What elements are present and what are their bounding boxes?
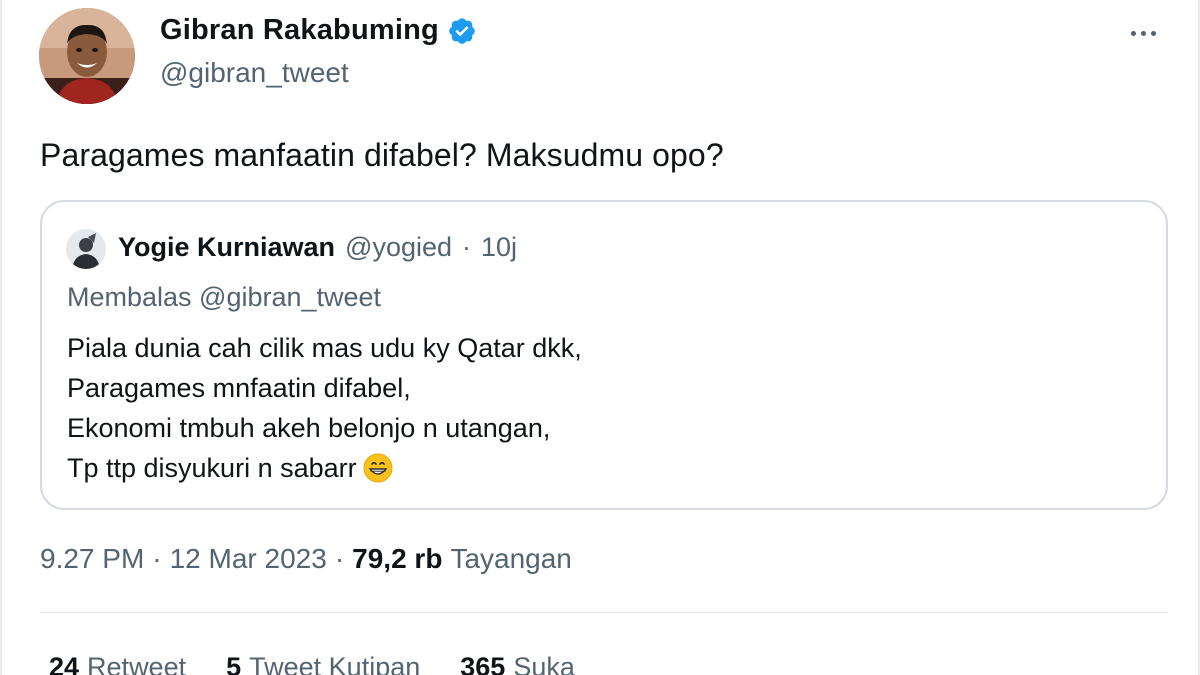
separator: ·: [462, 232, 472, 262]
avatar-photo-icon: [66, 229, 106, 269]
quotes-label: Tweet Kutipan: [249, 652, 421, 675]
quotes-stat[interactable]: 5 Tweet Kutipan: [226, 652, 420, 675]
views-label[interactable]: Tayangan: [450, 543, 571, 575]
avatar-photo-icon: [39, 8, 135, 104]
tweet-stats: 24 Retweet 5 Tweet Kutipan 365 Suka: [49, 652, 575, 675]
quoted-header: Yogie Kurniawan @yogied · 10j: [118, 232, 517, 263]
author-name-row[interactable]: Gibran Rakabuming: [160, 14, 477, 47]
quoted-line: Piala dunia cah cilik mas udu ky Qatar d…: [67, 333, 582, 363]
quoted-line: Paragames mnfaatin difabel,: [67, 373, 411, 403]
quoted-author-avatar: [66, 229, 106, 269]
quoted-handle[interactable]: @yogied: [345, 232, 452, 263]
quoted-line-last: Tp ttp disyukuri n sabarr: [67, 448, 582, 488]
verified-badge-icon: [447, 16, 477, 46]
quotes-count: 5: [226, 652, 242, 675]
quoted-time[interactable]: 10j: [481, 232, 517, 263]
separator: ·: [334, 543, 345, 574]
quoted-text: Piala dunia cah cilik mas udu ky Qatar d…: [67, 328, 582, 488]
author-display-name[interactable]: Gibran Rakabuming: [160, 14, 439, 47]
separator: ·: [152, 543, 162, 574]
retweets-label: Retweet: [87, 652, 187, 675]
tweet-meta: 9.27 PM · 12 Mar 2023 · 79,2 rb Tayangan: [40, 543, 572, 575]
author-avatar[interactable]: [39, 8, 135, 104]
quoted-line: Tp ttp disyukuri n sabarr: [67, 453, 357, 483]
tweet-detail: Gibran Rakabuming @gibran_tweet Paragame…: [0, 0, 1200, 675]
more-horizontal-icon: [1130, 30, 1136, 36]
reply-to-label: Membalas @gibran_tweet: [67, 282, 382, 312]
quoted-tweet-card[interactable]: Yogie Kurniawan @yogied · 10j Membalas @…: [40, 200, 1168, 510]
retweets-count: 24: [49, 652, 80, 675]
author-handle[interactable]: @gibran_tweet: [160, 57, 349, 89]
grinning-face-emoji-icon: [363, 453, 393, 483]
retweets-stat[interactable]: 24 Retweet: [49, 652, 186, 675]
quoted-line: Ekonomi tmbuh akeh belonjo n utangan,: [67, 413, 551, 443]
more-options-button[interactable]: [1123, 18, 1163, 48]
quoted-display-name[interactable]: Yogie Kurniawan: [118, 232, 335, 263]
tweet-date[interactable]: 12 Mar 2023: [170, 543, 327, 575]
views-count[interactable]: 79,2 rb: [352, 543, 442, 575]
likes-label: Suka: [513, 652, 575, 675]
divider: [40, 612, 1168, 613]
tweet-time[interactable]: 9.27 PM: [40, 543, 144, 575]
tweet-text: Paragames manfaatin difabel? Maksudmu op…: [40, 137, 724, 173]
likes-count: 365: [460, 652, 506, 675]
likes-stat[interactable]: 365 Suka: [460, 652, 575, 675]
